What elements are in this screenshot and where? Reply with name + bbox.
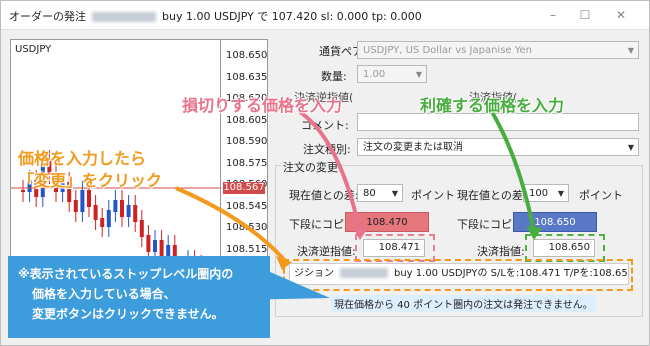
note-line3: 変更ボタンはクリックできません。 xyxy=(32,307,224,321)
note-box: ※表示されているストップレベル圏内の 価格を入力している場合、 変更ボタンはクリ… xyxy=(8,256,270,338)
pink-arrow xyxy=(298,110,362,233)
click-callout-line1: 価格を入力したら xyxy=(18,149,147,168)
green-arrow xyxy=(490,110,536,233)
tp-callout: 利確する価格を入力 xyxy=(420,96,565,115)
note-line1: ※表示されているストップレベル圏内の xyxy=(18,267,234,281)
pink-arrowhead xyxy=(352,226,368,240)
green-arrowhead xyxy=(526,226,542,240)
click-callout: 価格を入力したら 「変更」をクリック xyxy=(18,148,162,192)
sl-callout: 損切りする価格を入力 xyxy=(182,96,343,115)
note-line2: 価格を入力している場合、 xyxy=(32,287,176,301)
orange-arrow xyxy=(175,186,288,264)
click-callout-line2: 「変更」をクリック xyxy=(18,171,163,190)
